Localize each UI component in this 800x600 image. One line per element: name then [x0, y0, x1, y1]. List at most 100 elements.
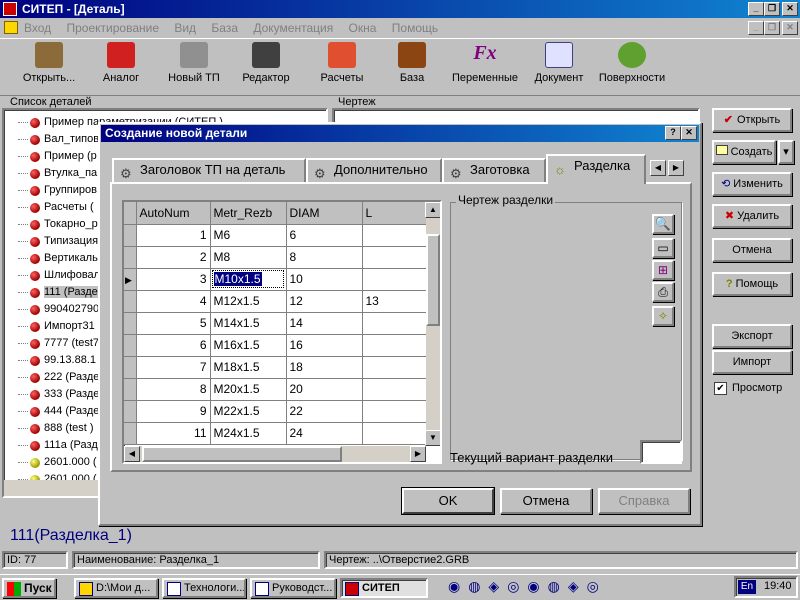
- toolbar-open-button[interactable]: Открыть...: [18, 42, 80, 94]
- toolbar-variables-button[interactable]: Fx Переменные: [448, 42, 522, 94]
- tab-threading[interactable]: ☼ Разделка: [546, 154, 646, 184]
- table-cell[interactable]: 18: [286, 356, 363, 379]
- table-cell[interactable]: 3: [136, 268, 211, 291]
- import-button[interactable]: Импорт: [712, 350, 792, 374]
- column-header[interactable]: DIAM: [286, 202, 363, 225]
- table-row[interactable]: 2 M8 8: [124, 246, 427, 269]
- cancel-main-button[interactable]: Отмена: [712, 238, 792, 262]
- toolbar-editor-button[interactable]: Редактор: [236, 42, 296, 94]
- task-explorer[interactable]: D:\Мои д...: [74, 578, 158, 598]
- table-cell[interactable]: 6: [136, 334, 211, 357]
- table-cell[interactable]: 1: [136, 224, 211, 247]
- menu-item-design[interactable]: Проектирование: [67, 21, 160, 35]
- table-cell[interactable]: M24x1.5: [210, 422, 287, 445]
- scroll-up[interactable]: ▲: [425, 202, 440, 218]
- table-cell[interactable]: 20: [286, 378, 363, 401]
- row-indicator[interactable]: [124, 422, 137, 445]
- cancel-button[interactable]: Отмена: [500, 488, 592, 514]
- tab-additional[interactable]: ⚙ Дополнительно: [306, 158, 442, 182]
- task-word-guide[interactable]: Руководст...: [250, 578, 336, 598]
- child-close-button[interactable]: ✕: [782, 21, 798, 35]
- start-button[interactable]: Пуск: [2, 578, 56, 598]
- preview-checkbox[interactable]: ✔: [714, 382, 727, 395]
- dialog-close-button[interactable]: ✕: [681, 126, 697, 140]
- table-cell[interactable]: [362, 356, 427, 379]
- maximize-button[interactable]: ❐: [764, 2, 780, 16]
- table-cell[interactable]: M20x1.5: [210, 378, 287, 401]
- close-button[interactable]: ✕: [782, 2, 798, 16]
- printer-icon[interactable]: ⎙: [652, 282, 674, 302]
- tab-scroll-left[interactable]: ◀: [650, 160, 666, 176]
- table-row[interactable]: ▶ 3 M10x1.5 10: [124, 268, 427, 291]
- scroll-thumb[interactable]: [426, 234, 440, 326]
- table-row[interactable]: 8 M20x1.5 20: [124, 378, 427, 401]
- table-cell[interactable]: 13: [362, 290, 427, 313]
- table-cell[interactable]: 8: [286, 246, 363, 269]
- table-cell[interactable]: [362, 334, 427, 357]
- table-cell[interactable]: 6: [286, 224, 363, 247]
- table-cell[interactable]: M12x1.5: [210, 290, 287, 313]
- row-indicator[interactable]: [124, 378, 137, 401]
- hscroll-thumb[interactable]: [142, 446, 342, 462]
- table-cell[interactable]: 22: [286, 400, 363, 423]
- dialog-help-button[interactable]: ?: [665, 126, 681, 140]
- table-cell[interactable]: [362, 224, 427, 247]
- table-cell[interactable]: 24: [286, 422, 363, 445]
- row-indicator[interactable]: [124, 400, 137, 423]
- ok-button[interactable]: OK: [402, 488, 494, 514]
- table-cell[interactable]: 4: [136, 290, 211, 313]
- task-word-tech[interactable]: Технологи...: [162, 578, 246, 598]
- create-button[interactable]: Создать: [712, 140, 776, 164]
- help-dialog-button[interactable]: Справка: [598, 488, 690, 514]
- grid-icon[interactable]: ⊞: [652, 260, 674, 280]
- tab-blank[interactable]: ⚙ Заготовка: [442, 158, 546, 182]
- edit-button[interactable]: ⟲ Изменить: [712, 172, 792, 196]
- table-cell[interactable]: 2: [136, 246, 211, 269]
- table-cell[interactable]: 11: [136, 422, 211, 445]
- table-row[interactable]: 11 M24x1.5 24: [124, 422, 427, 445]
- monitor-icon[interactable]: ▭: [652, 238, 674, 258]
- table-row[interactable]: 9 M22x1.5 22: [124, 400, 427, 423]
- toolbar-document-button[interactable]: Документ: [530, 42, 588, 94]
- column-header[interactable]: AutoNum: [136, 202, 211, 225]
- table-cell[interactable]: M14x1.5: [210, 312, 287, 335]
- menu-item-windows[interactable]: Окна: [349, 21, 377, 35]
- child-minimize-button[interactable]: _: [748, 21, 764, 35]
- open-button[interactable]: ✔ Открыть: [712, 108, 792, 132]
- menu-item-view[interactable]: Вид: [174, 21, 196, 35]
- child-maximize-button[interactable]: ❐: [764, 21, 780, 35]
- table-cell[interactable]: 10: [286, 268, 363, 291]
- delete-button[interactable]: ✖ Удалить: [712, 204, 792, 228]
- task-sitep[interactable]: СИТЕП: [340, 578, 428, 598]
- toolbar-analog-button[interactable]: Аналог: [96, 42, 146, 94]
- table-cell[interactable]: [362, 378, 427, 401]
- table-cell[interactable]: 14: [286, 312, 363, 335]
- row-indicator[interactable]: [124, 246, 137, 269]
- current-variant-field[interactable]: [640, 440, 682, 464]
- help-button[interactable]: ? Помощь: [712, 272, 792, 296]
- row-indicator[interactable]: ▶: [124, 268, 137, 291]
- create-dropdown-button[interactable]: ▾: [778, 140, 794, 164]
- scroll-left[interactable]: ◀: [124, 446, 140, 462]
- menu-item-base[interactable]: База: [211, 21, 238, 35]
- zoom-icon[interactable]: 🔍: [652, 214, 674, 234]
- menu-item-help[interactable]: Помощь: [392, 21, 438, 35]
- table-cell[interactable]: 7: [136, 356, 211, 379]
- table-cell[interactable]: 8: [136, 378, 211, 401]
- table-cell[interactable]: M16x1.5: [210, 334, 287, 357]
- table-cell[interactable]: M6: [210, 224, 287, 247]
- table-row[interactable]: 7 M18x1.5 18: [124, 356, 427, 379]
- export-button[interactable]: Экспорт: [712, 324, 792, 348]
- table-cell[interactable]: [362, 246, 427, 269]
- table-cell[interactable]: M8: [210, 246, 287, 269]
- menu-item-vhod[interactable]: Вход: [24, 21, 51, 35]
- toolbar-calc-button[interactable]: Расчеты: [312, 42, 372, 94]
- toolbar-surfaces-button[interactable]: Поверхности: [596, 42, 668, 94]
- toolbar-base-button[interactable]: База: [390, 42, 434, 94]
- table-cell[interactable]: [362, 400, 427, 423]
- table-cell[interactable]: 9: [136, 400, 211, 423]
- table-cell[interactable]: [362, 268, 427, 291]
- minimize-button[interactable]: _: [748, 2, 764, 16]
- table-cell[interactable]: 16: [286, 334, 363, 357]
- table-cell[interactable]: [362, 422, 427, 445]
